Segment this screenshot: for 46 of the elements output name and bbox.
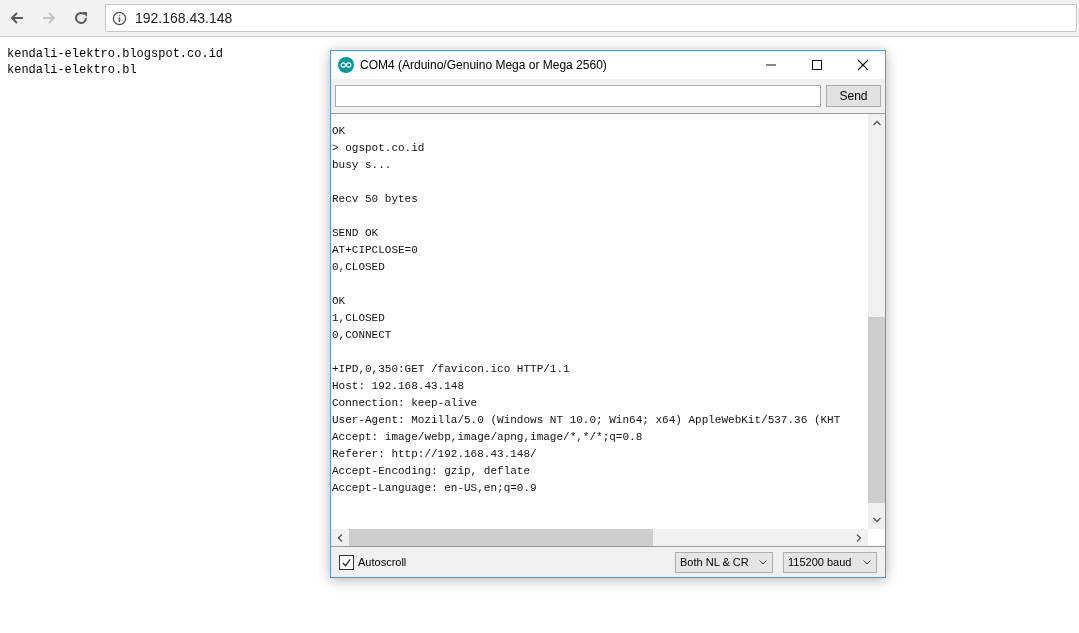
reload-icon[interactable]	[73, 10, 89, 26]
output-line: AT+CIPCLOSE=0	[332, 243, 419, 258]
scroll-down-icon[interactable]	[871, 515, 882, 525]
send-button[interactable]: Send	[826, 85, 881, 107]
output-line: Recv 50 bytes	[332, 192, 419, 207]
output-line: +IPD,0,350:GET /favicon.ico HTTP/1.1	[332, 362, 571, 377]
output-line: User-Agent: Mozilla/5.0 (Windows NT 10.0; Win64; x64) AppleWebKit/537.36 (KHT	[332, 413, 842, 428]
scroll-up-icon[interactable]	[871, 118, 882, 128]
scroll-right-icon[interactable]	[854, 532, 864, 543]
address-bar[interactable]: 192.168.43.148	[105, 4, 1077, 32]
output-line: > ogspot.co.id	[332, 141, 426, 156]
app-logo-icon	[338, 57, 354, 73]
scrollbar-thumb[interactable]	[349, 529, 653, 546]
output-line: 0,CONNECT	[332, 328, 393, 343]
output-line: OK	[332, 294, 347, 309]
horizontal-scrollbar[interactable]	[331, 529, 868, 546]
output-line: Accept: image/webp,image/apng,image/*,*/*;q=0.8	[332, 430, 644, 445]
output-line: 1,CLOSED	[332, 311, 386, 326]
back-icon[interactable]	[9, 10, 25, 26]
chevron-down-icon	[758, 557, 768, 567]
input-field[interactable]	[335, 85, 821, 107]
chevron-down-icon	[862, 557, 872, 567]
autoscroll-checkbox[interactable]	[339, 554, 354, 570]
output-line: Connection: keep-alive	[332, 396, 479, 411]
page-text-line: kendali-elektro.blogspot.co.id	[7, 46, 224, 62]
scroll-left-icon[interactable]	[335, 532, 345, 543]
vertical-scrollbar[interactable]	[868, 114, 885, 529]
output-line: OK	[332, 124, 347, 139]
output-line: Host: 192.168.43.148	[332, 379, 466, 394]
checkbox-label: Autoscroll	[358, 556, 407, 568]
window-title: COM4 (Arduino/Genuino Mega or Mega 2560)	[360, 58, 607, 72]
output-line: Accept-Language: en-US,en;q=0.9	[332, 481, 538, 496]
output-line: Referer: http://192.168.43.148/	[332, 447, 538, 462]
maximize-icon[interactable]	[811, 59, 823, 71]
url-text: 192.168.43.148	[135, 10, 233, 26]
output-line: 0,CLOSED	[332, 260, 386, 275]
output-line: busy s...	[332, 158, 393, 173]
info-icon[interactable]	[112, 10, 127, 26]
baud-rate-dropdown[interactable]: 115200 baud	[783, 551, 877, 573]
line-ending-dropdown[interactable]: Both NL & CR	[675, 551, 773, 573]
page-text-line: kendali-elektro.bl	[7, 62, 137, 78]
close-icon[interactable]	[857, 59, 869, 71]
output-line: SEND OK	[332, 226, 380, 241]
scrollbar-thumb[interactable]	[868, 317, 885, 503]
output-line: Accept-Encoding: gzip, deflate	[332, 464, 532, 479]
check-icon	[341, 556, 352, 568]
